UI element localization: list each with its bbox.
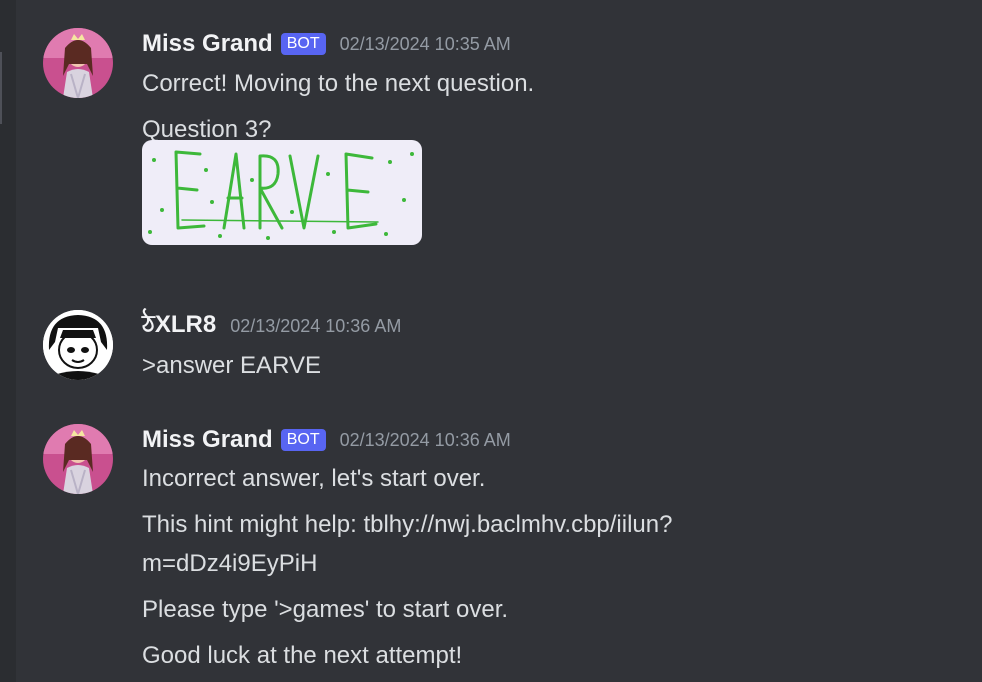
bot-badge: BOT: [280, 429, 326, 451]
username[interactable]: Miss Grand: [142, 30, 273, 58]
message-text: >answer EARVE: [142, 352, 321, 379]
message-bot-correct: Miss Grand BOT 02/13/2024 10:35 AM Corre…: [0, 28, 982, 268]
message-user-answer: ঠXLR8 02/13/2024 10:36 AM >answer EARVE: [0, 310, 982, 390]
bot-badge: BOT: [280, 33, 326, 55]
message-header: Miss Grand BOT 02/13/2024 10:35 AM: [142, 28, 511, 60]
message-text: Good luck at the next attempt!: [142, 642, 463, 669]
message-text: Incorrect answer, let's start over.: [142, 465, 486, 492]
bot-avatar-icon[interactable]: [43, 424, 113, 494]
message-header: Miss Grand BOT 02/13/2024 10:36 AM: [142, 424, 511, 456]
timestamp: 02/13/2024 10:36 AM: [339, 429, 511, 450]
timestamp: 02/13/2024 10:36 AM: [230, 315, 402, 336]
hint-text: This hint might help: tblhy://nwj.baclmh…: [142, 511, 673, 538]
username[interactable]: ঠXLR8: [142, 306, 216, 346]
timestamp: 02/13/2024 10:35 AM: [339, 33, 511, 54]
user-avatar-icon[interactable]: [43, 310, 113, 380]
message-text: Please type '>games' to start over.: [142, 596, 509, 623]
message-bot-incorrect: Miss Grand BOT 02/13/2024 10:36 AM Incor…: [0, 424, 982, 682]
hint-text-continued: m=dDz4i9EyPiH: [142, 550, 318, 577]
message-text: Correct! Moving to the next question.: [142, 70, 535, 97]
username[interactable]: Miss Grand: [142, 426, 273, 454]
message-header: ঠXLR8 02/13/2024 10:36 AM: [142, 310, 401, 342]
captcha-image[interactable]: [142, 140, 422, 245]
bot-avatar-icon[interactable]: [43, 28, 113, 98]
